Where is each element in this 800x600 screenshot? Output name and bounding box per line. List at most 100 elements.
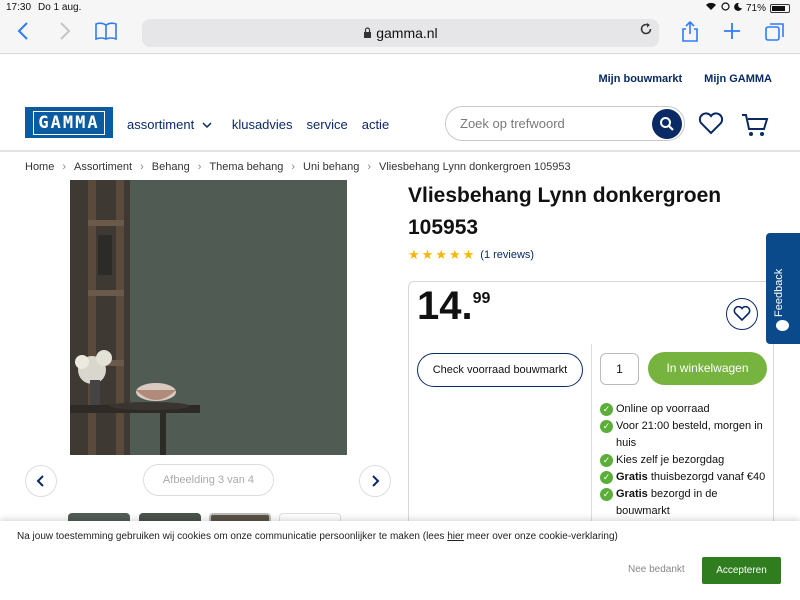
quantity-input[interactable]: 1 <box>600 353 639 385</box>
status-date: Do 1 aug. <box>38 2 82 13</box>
chevron-right-icon: › <box>197 161 202 173</box>
star-icon: ★ <box>435 247 447 262</box>
cookie-message: Na jouw toestemming gebruiken wij cookie… <box>17 531 618 542</box>
product-price: 14.99 <box>417 284 490 329</box>
buy-box: 14.99 Check voorraad bouwmarkt 1 In wink… <box>408 281 774 544</box>
moon-icon <box>734 2 742 14</box>
usp-list: ✓ Online op voorraad ✓ Voor 21:00 besteld,… <box>600 401 770 520</box>
usp-item: ✓ Gratis thuisbezorgd vanaf €40 <box>600 469 770 486</box>
url-text: gamma.nl <box>142 25 659 41</box>
new-tab-icon[interactable] <box>722 21 742 47</box>
cart-icon[interactable] <box>741 112 769 143</box>
heart-icon <box>733 306 751 322</box>
breadcrumb-current: Vliesbehang Lynn donkergroen 105953 <box>379 161 571 173</box>
nav-assortiment[interactable]: assortiment <box>127 117 212 132</box>
status-indicators: 71% <box>705 2 790 14</box>
product-title: Vliesbehang Lynn donkergroen 105953 <box>408 184 722 239</box>
lock-icon <box>364 27 372 38</box>
search-input[interactable]: Zoek op trefwoord <box>445 106 685 141</box>
star-icon: ★ <box>448 247 461 262</box>
usp-item: ✓ Kies zelf je bezorgdag <box>600 452 770 469</box>
chevron-down-icon <box>202 122 212 129</box>
location-icon <box>721 2 730 14</box>
address-bar[interactable]: gamma.nl <box>142 19 659 47</box>
wifi-icon <box>705 2 717 14</box>
product-rating: ★ ★ ★ ★ ★ (1 reviews) <box>408 247 534 263</box>
chevron-right-icon <box>372 475 380 487</box>
breadcrumb-item[interactable]: Uni behang <box>303 161 359 173</box>
status-bar: 17:30 Do 1 aug. 71% <box>0 0 800 16</box>
battery-percentage: 71% <box>745 2 766 14</box>
check-icon: ✓ <box>600 403 613 416</box>
check-icon: ✓ <box>600 471 613 484</box>
bookmarks-icon[interactable] <box>94 21 118 47</box>
price-whole: 14. <box>417 284 473 328</box>
site-header: Mijn bouwmarkt Mijn GAMMA GAMMA assortim… <box>0 55 800 152</box>
add-to-wishlist-button[interactable] <box>726 298 758 330</box>
gallery-next-button[interactable] <box>359 465 391 497</box>
cookie-policy-link[interactable]: hier <box>447 531 464 542</box>
tabs-icon[interactable] <box>764 21 786 49</box>
breadcrumb-item[interactable]: Assortiment <box>74 161 132 173</box>
feedback-label: Feedback <box>773 268 785 317</box>
nav-actie[interactable]: actie <box>362 117 389 132</box>
status-time: 17:30 <box>6 2 32 13</box>
share-icon[interactable] <box>681 20 699 49</box>
usp-text: Gratis bezorgd in de bouwmarkt <box>616 488 718 517</box>
gamma-logo[interactable]: GAMMA <box>25 107 113 138</box>
divider <box>591 344 592 544</box>
wishlist-icon[interactable] <box>698 112 724 141</box>
decline-cookies-button[interactable]: Nee bedankt <box>628 564 685 575</box>
battery-icon <box>770 3 790 13</box>
breadcrumb-item[interactable]: Home <box>25 161 54 173</box>
logo-text: GAMMA <box>33 110 105 135</box>
usp-text: Online op voorraad <box>616 403 710 415</box>
nav-service[interactable]: service <box>307 117 348 132</box>
usp-text: Gratis thuisbezorgd vanaf €40 <box>616 471 766 483</box>
chevron-left-icon <box>36 475 44 487</box>
check-icon: ✓ <box>600 488 613 501</box>
search-icon <box>660 117 674 131</box>
check-icon: ✓ <box>600 420 613 433</box>
chevron-right-icon: › <box>367 161 371 173</box>
main-navigation: assortiment klusadvies service actie <box>127 117 389 132</box>
forward-icon[interactable] <box>58 21 72 47</box>
chevron-right-icon: › <box>140 161 144 173</box>
star-icon: ★ <box>421 247 434 262</box>
search-placeholder: Zoek op trefwoord <box>460 116 565 131</box>
my-gamma-link[interactable]: Mijn GAMMA <box>704 73 772 85</box>
usp-text: Kies zelf je bezorgdag <box>616 454 725 466</box>
chevron-right-icon: › <box>291 161 296 173</box>
account-links: Mijn bouwmarkt Mijn GAMMA <box>598 73 772 85</box>
usp-item: ✓ Gratis bezorgd in de bouwmarkt <box>600 486 770 520</box>
breadcrumb-item[interactable]: Thema behang <box>209 161 283 173</box>
gallery-prev-button[interactable] <box>25 465 57 497</box>
breadcrumb: Home › Assortiment › Behang › Thema behang ›… <box>25 161 571 173</box>
nav-assortiment-label: assortiment <box>127 117 195 132</box>
url-label: gamma.nl <box>376 25 438 41</box>
add-to-cart-button[interactable]: In winkelwagen <box>648 352 767 385</box>
nav-klusadvies[interactable]: klusadvies <box>232 117 293 132</box>
breadcrumb-item[interactable]: Behang <box>152 161 190 173</box>
usp-item: ✓ Online op voorraad <box>600 401 770 418</box>
chat-icon <box>776 320 789 331</box>
product-image[interactable] <box>70 180 347 455</box>
reviews-link[interactable]: (1 reviews) <box>480 249 534 261</box>
search-button[interactable] <box>652 109 682 139</box>
back-icon[interactable] <box>16 21 30 47</box>
star-icon: ★ <box>462 247 475 262</box>
usp-item: ✓ Voor 21:00 besteld, morgen in huis <box>600 418 770 452</box>
feedback-tab[interactable]: Feedback <box>766 233 800 344</box>
star-icon: ★ <box>408 247 420 262</box>
check-store-stock-button[interactable]: Check voorraad bouwmarkt <box>417 353 583 387</box>
accept-cookies-button[interactable]: Accepteren <box>702 557 781 584</box>
my-store-link[interactable]: Mijn bouwmarkt <box>598 73 682 85</box>
reload-icon[interactable] <box>639 22 653 41</box>
wallpaper-photo <box>70 180 347 455</box>
price-cents: 99 <box>472 290 491 307</box>
chevron-right-icon: › <box>62 161 67 173</box>
usp-text: Voor 21:00 besteld, morgen in huis <box>616 420 763 449</box>
check-icon: ✓ <box>600 454 613 467</box>
cookie-banner: Na jouw toestemming gebruiken wij cookie… <box>0 521 800 600</box>
browser-toolbar: gamma.nl <box>0 16 800 54</box>
